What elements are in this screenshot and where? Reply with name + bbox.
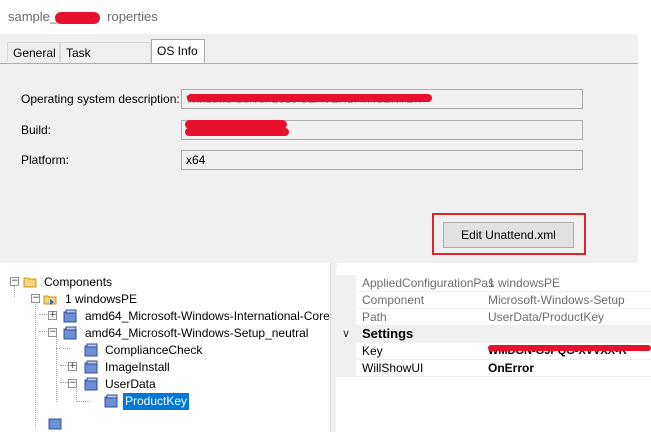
property-value: OnError: [488, 361, 535, 375]
component-icon: [48, 418, 62, 430]
property-row[interactable]: AppliedConfigurationPas 1 windowsPE: [336, 275, 651, 292]
row-gutter: [336, 275, 356, 291]
property-name: Key: [362, 344, 383, 358]
tree-node-components[interactable]: − Components: [0, 274, 330, 291]
tab-general-label: General: [13, 46, 56, 60]
tree-node-imageinstall[interactable]: + ImageInstall: [0, 359, 330, 376]
title-bar: sample_ roperties: [0, 0, 651, 34]
settings-category[interactable]: ∨ Settings: [336, 326, 651, 343]
property-row-willshowui[interactable]: WillShowUI OnError: [336, 360, 651, 377]
properties-dialog: sample_ roperties General Task Sequence O…: [0, 0, 651, 263]
expand-icon[interactable]: +: [48, 311, 57, 320]
redaction-mark: [488, 345, 651, 351]
row-gutter: [336, 343, 356, 359]
tree-node-label: ComplianceCheck: [105, 343, 203, 357]
redaction-mark: [187, 94, 432, 102]
collapse-icon[interactable]: −: [10, 277, 19, 286]
tab-strip: General Task Sequence OS Info: [0, 34, 638, 80]
tab-general[interactable]: General: [7, 42, 60, 62]
property-value: 1 windowsPE: [488, 276, 561, 290]
chevron-down-icon[interactable]: ∨: [342, 326, 350, 342]
property-name: Path: [362, 310, 387, 324]
tree-node-label: ImageInstall: [105, 360, 170, 374]
tab-task-sequence[interactable]: Task Sequence: [60, 42, 151, 80]
redaction-mark: [185, 128, 289, 136]
component-icon: [63, 309, 77, 323]
component-icon: [63, 326, 77, 340]
tree-node-compliancecheck[interactable]: ComplianceCheck: [0, 342, 330, 359]
property-row[interactable]: Component Microsoft-Windows-Setup: [336, 292, 651, 309]
properties-grid: AppliedConfigurationPas 1 windowsPE Comp…: [336, 270, 651, 432]
collapse-icon[interactable]: −: [31, 294, 40, 303]
tree-node-label: amd64_Microsoft-Windows-International-Co…: [85, 309, 330, 323]
property-value: UserData/ProductKey: [488, 310, 605, 324]
folder-icon: [23, 277, 37, 288]
settings-header: Settings: [362, 326, 414, 341]
property-name: AppliedConfigurationPas: [362, 276, 495, 290]
row-gutter: [336, 292, 356, 308]
build-label: Build:: [21, 123, 52, 137]
collapse-icon[interactable]: −: [68, 379, 77, 388]
platform-field[interactable]: x64: [181, 150, 583, 170]
component-icon: [84, 360, 98, 374]
os-description-label: Operating system description:: [21, 92, 180, 106]
edit-unattend-label: Edit Unattend.xml: [461, 228, 556, 242]
tab-os-info[interactable]: OS Info: [151, 39, 205, 65]
component-icon: [84, 343, 98, 357]
tree-node-productkey[interactable]: ProductKey: [0, 393, 330, 410]
property-row[interactable]: Path UserData/ProductKey: [336, 309, 651, 326]
title-suffix: roperties: [107, 9, 158, 24]
property-name: Component: [362, 293, 425, 307]
tree-node-setup-neutral[interactable]: − amd64_Microsoft-Windows-Setup_neutral: [0, 325, 330, 342]
title-prefix: sample_: [8, 9, 58, 24]
tree-node-windowspe[interactable]: − 1 windowsPE: [0, 291, 330, 308]
tab-os-info-label: OS Info: [157, 44, 198, 58]
property-value: Microsoft-Windows-Setup: [488, 293, 625, 307]
redaction-mark: [55, 12, 100, 24]
collapse-icon[interactable]: −: [48, 328, 57, 337]
component-icon: [84, 377, 98, 391]
row-gutter: [336, 309, 356, 325]
pass-icon: [43, 295, 57, 305]
expand-icon[interactable]: +: [68, 362, 77, 371]
tree-node-label: amd64_Microsoft-Windows-Setup_neutral: [85, 326, 309, 340]
component-icon: [104, 394, 118, 408]
window-edge: [638, 34, 651, 263]
answer-file-editor: − Components − 1 windowsPE + amd64_Micro…: [0, 263, 651, 432]
tree-node-label: Components: [44, 275, 113, 289]
tree-node-userdata[interactable]: − UserData: [0, 376, 330, 393]
edit-unattend-button[interactable]: Edit Unattend.xml: [443, 222, 574, 248]
property-name: WillShowUI: [362, 361, 424, 375]
tree-node-label: ProductKey: [123, 393, 190, 410]
components-tree: − Components − 1 windowsPE + amd64_Micro…: [0, 270, 330, 432]
platform-label: Platform:: [21, 153, 70, 167]
row-gutter: [336, 360, 356, 376]
platform-value: x64: [186, 153, 206, 167]
tree-node-international-core[interactable]: + amd64_Microsoft-Windows-International-…: [0, 308, 330, 325]
tree-node-label: 1 windowsPE: [65, 292, 138, 306]
tree-node-label: UserData: [105, 377, 156, 391]
